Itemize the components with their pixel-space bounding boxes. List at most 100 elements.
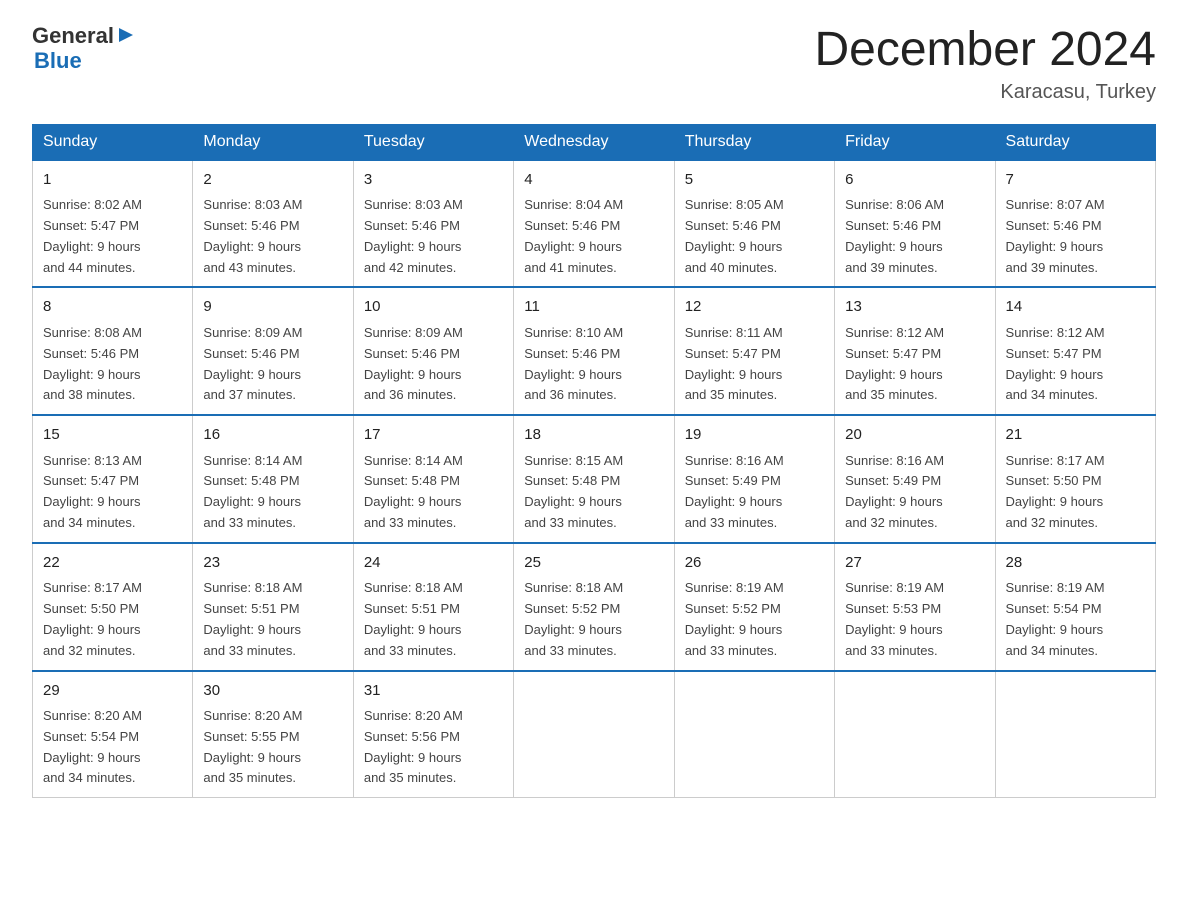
week-row-3: 15 Sunrise: 8:13 AM Sunset: 5:47 PM Dayl… [33,415,1156,543]
day-number: 27 [845,552,984,575]
calendar-cell: 28 Sunrise: 8:19 AM Sunset: 5:54 PM Dayl… [995,543,1155,671]
day-info: Sunrise: 8:08 AM Sunset: 5:46 PM Dayligh… [43,323,182,406]
calendar-cell: 29 Sunrise: 8:20 AM Sunset: 5:54 PM Dayl… [33,671,193,798]
calendar-cell [674,671,834,798]
calendar-cell [514,671,674,798]
calendar-cell [835,671,995,798]
calendar-cell: 7 Sunrise: 8:07 AM Sunset: 5:46 PM Dayli… [995,160,1155,288]
calendar-cell: 22 Sunrise: 8:17 AM Sunset: 5:50 PM Dayl… [33,543,193,671]
day-number: 30 [203,680,342,703]
day-info: Sunrise: 8:14 AM Sunset: 5:48 PM Dayligh… [203,451,342,534]
day-number: 9 [203,296,342,319]
day-info: Sunrise: 8:11 AM Sunset: 5:47 PM Dayligh… [685,323,824,406]
week-row-4: 22 Sunrise: 8:17 AM Sunset: 5:50 PM Dayl… [33,543,1156,671]
day-number: 25 [524,552,663,575]
calendar-cell: 15 Sunrise: 8:13 AM Sunset: 5:47 PM Dayl… [33,415,193,543]
calendar-cell: 16 Sunrise: 8:14 AM Sunset: 5:48 PM Dayl… [193,415,353,543]
day-number: 14 [1006,296,1145,319]
day-number: 8 [43,296,182,319]
day-number: 3 [364,169,503,192]
weekday-header-row: SundayMondayTuesdayWednesdayThursdayFrid… [33,124,1156,160]
week-row-5: 29 Sunrise: 8:20 AM Sunset: 5:54 PM Dayl… [33,671,1156,798]
calendar-cell: 18 Sunrise: 8:15 AM Sunset: 5:48 PM Dayl… [514,415,674,543]
weekday-header-sunday: Sunday [33,124,193,160]
month-title: December 2024 [814,24,1156,77]
weekday-header-wednesday: Wednesday [514,124,674,160]
calendar-cell: 26 Sunrise: 8:19 AM Sunset: 5:52 PM Dayl… [674,543,834,671]
week-row-1: 1 Sunrise: 8:02 AM Sunset: 5:47 PM Dayli… [33,160,1156,288]
calendar-cell: 9 Sunrise: 8:09 AM Sunset: 5:46 PM Dayli… [193,287,353,415]
day-info: Sunrise: 8:14 AM Sunset: 5:48 PM Dayligh… [364,451,503,534]
day-number: 5 [685,169,824,192]
day-info: Sunrise: 8:12 AM Sunset: 5:47 PM Dayligh… [845,323,984,406]
day-info: Sunrise: 8:17 AM Sunset: 5:50 PM Dayligh… [1006,451,1145,534]
calendar-cell: 24 Sunrise: 8:18 AM Sunset: 5:51 PM Dayl… [353,543,513,671]
week-row-2: 8 Sunrise: 8:08 AM Sunset: 5:46 PM Dayli… [33,287,1156,415]
day-number: 17 [364,424,503,447]
weekday-header-thursday: Thursday [674,124,834,160]
day-info: Sunrise: 8:19 AM Sunset: 5:53 PM Dayligh… [845,578,984,661]
weekday-header-tuesday: Tuesday [353,124,513,160]
day-number: 26 [685,552,824,575]
calendar-cell: 27 Sunrise: 8:19 AM Sunset: 5:53 PM Dayl… [835,543,995,671]
day-number: 28 [1006,552,1145,575]
day-number: 12 [685,296,824,319]
day-number: 6 [845,169,984,192]
day-info: Sunrise: 8:18 AM Sunset: 5:51 PM Dayligh… [203,578,342,661]
day-number: 1 [43,169,182,192]
day-number: 4 [524,169,663,192]
title-block: December 2024 Karacasu, Turkey [814,24,1156,104]
weekday-header-monday: Monday [193,124,353,160]
calendar-cell: 31 Sunrise: 8:20 AM Sunset: 5:56 PM Dayl… [353,671,513,798]
day-number: 18 [524,424,663,447]
logo-blue: Blue [34,49,135,73]
calendar-cell: 12 Sunrise: 8:11 AM Sunset: 5:47 PM Dayl… [674,287,834,415]
day-info: Sunrise: 8:02 AM Sunset: 5:47 PM Dayligh… [43,195,182,278]
day-number: 20 [845,424,984,447]
day-info: Sunrise: 8:19 AM Sunset: 5:52 PM Dayligh… [685,578,824,661]
calendar-cell: 10 Sunrise: 8:09 AM Sunset: 5:46 PM Dayl… [353,287,513,415]
calendar-cell: 30 Sunrise: 8:20 AM Sunset: 5:55 PM Dayl… [193,671,353,798]
day-info: Sunrise: 8:18 AM Sunset: 5:51 PM Dayligh… [364,578,503,661]
day-info: Sunrise: 8:16 AM Sunset: 5:49 PM Dayligh… [685,451,824,534]
page-header: General Blue December 2024 Karacasu, Tur… [32,24,1156,104]
day-info: Sunrise: 8:06 AM Sunset: 5:46 PM Dayligh… [845,195,984,278]
day-number: 21 [1006,424,1145,447]
day-info: Sunrise: 8:18 AM Sunset: 5:52 PM Dayligh… [524,578,663,661]
logo: General Blue [32,24,135,73]
day-number: 31 [364,680,503,703]
day-info: Sunrise: 8:15 AM Sunset: 5:48 PM Dayligh… [524,451,663,534]
day-info: Sunrise: 8:03 AM Sunset: 5:46 PM Dayligh… [203,195,342,278]
calendar-cell: 14 Sunrise: 8:12 AM Sunset: 5:47 PM Dayl… [995,287,1155,415]
day-info: Sunrise: 8:20 AM Sunset: 5:54 PM Dayligh… [43,706,182,789]
location: Karacasu, Turkey [814,81,1156,104]
calendar-cell: 1 Sunrise: 8:02 AM Sunset: 5:47 PM Dayli… [33,160,193,288]
day-info: Sunrise: 8:20 AM Sunset: 5:55 PM Dayligh… [203,706,342,789]
day-number: 10 [364,296,503,319]
day-info: Sunrise: 8:07 AM Sunset: 5:46 PM Dayligh… [1006,195,1145,278]
day-info: Sunrise: 8:09 AM Sunset: 5:46 PM Dayligh… [364,323,503,406]
calendar-cell: 3 Sunrise: 8:03 AM Sunset: 5:46 PM Dayli… [353,160,513,288]
day-info: Sunrise: 8:12 AM Sunset: 5:47 PM Dayligh… [1006,323,1145,406]
calendar-cell: 21 Sunrise: 8:17 AM Sunset: 5:50 PM Dayl… [995,415,1155,543]
day-number: 16 [203,424,342,447]
day-number: 11 [524,296,663,319]
calendar-cell: 11 Sunrise: 8:10 AM Sunset: 5:46 PM Dayl… [514,287,674,415]
day-number: 13 [845,296,984,319]
day-number: 22 [43,552,182,575]
day-number: 7 [1006,169,1145,192]
day-number: 23 [203,552,342,575]
calendar-cell: 19 Sunrise: 8:16 AM Sunset: 5:49 PM Dayl… [674,415,834,543]
calendar-cell: 13 Sunrise: 8:12 AM Sunset: 5:47 PM Dayl… [835,287,995,415]
calendar-cell [995,671,1155,798]
calendar-cell: 2 Sunrise: 8:03 AM Sunset: 5:46 PM Dayli… [193,160,353,288]
calendar-cell: 17 Sunrise: 8:14 AM Sunset: 5:48 PM Dayl… [353,415,513,543]
day-info: Sunrise: 8:17 AM Sunset: 5:50 PM Dayligh… [43,578,182,661]
day-info: Sunrise: 8:03 AM Sunset: 5:46 PM Dayligh… [364,195,503,278]
day-info: Sunrise: 8:05 AM Sunset: 5:46 PM Dayligh… [685,195,824,278]
day-number: 29 [43,680,182,703]
day-info: Sunrise: 8:09 AM Sunset: 5:46 PM Dayligh… [203,323,342,406]
day-info: Sunrise: 8:20 AM Sunset: 5:56 PM Dayligh… [364,706,503,789]
weekday-header-friday: Friday [835,124,995,160]
day-number: 19 [685,424,824,447]
